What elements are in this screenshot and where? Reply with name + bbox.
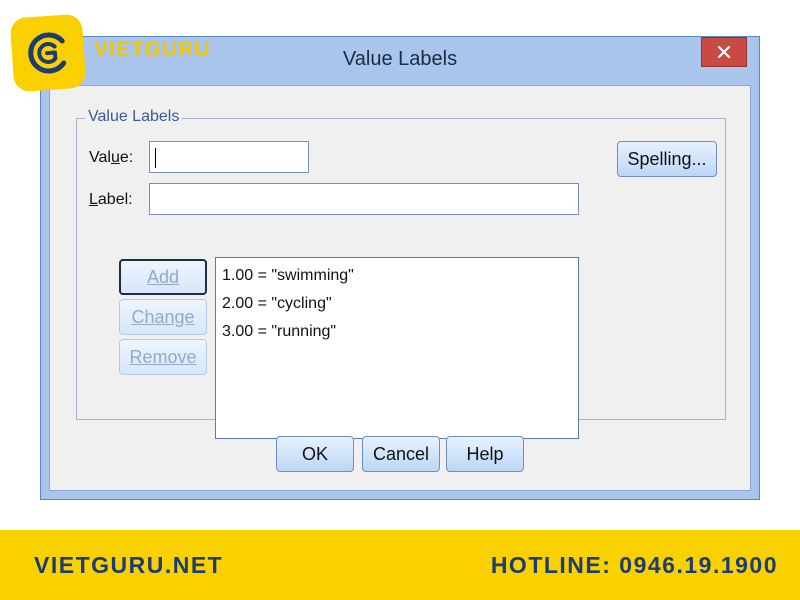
list-item[interactable]: 1.00 = "swimming": [222, 262, 572, 290]
text-caret: [155, 148, 156, 168]
list-item[interactable]: 2.00 = "cycling": [222, 290, 572, 318]
change-button-label: Change: [131, 306, 195, 327]
label-field-label: Label:: [89, 191, 133, 208]
brand-name: VIETGURU: [94, 38, 211, 61]
help-button[interactable]: Help: [446, 436, 524, 472]
vietguru-logo: [9, 13, 87, 93]
cancel-button[interactable]: Cancel: [362, 436, 440, 472]
add-button[interactable]: Add: [119, 259, 207, 295]
vietguru-logo-icon: [28, 32, 67, 74]
footer-hotline[interactable]: HOTLINE: 0946.19.1900: [491, 552, 778, 579]
value-input[interactable]: [149, 141, 309, 173]
remove-button-label: Remove: [129, 346, 197, 367]
list-item[interactable]: 3.00 = "running": [222, 318, 572, 346]
close-button[interactable]: [701, 37, 747, 67]
change-button[interactable]: Change: [119, 299, 207, 335]
value-labels-list[interactable]: 1.00 = "swimming" 2.00 = "cycling" 3.00 …: [215, 257, 579, 439]
dialog-body: Value Labels Value: Label: Spelling... A…: [49, 85, 751, 491]
ok-button[interactable]: OK: [276, 436, 354, 472]
label-input[interactable]: [149, 183, 579, 215]
close-icon: [717, 45, 731, 59]
group-legend: Value Labels: [85, 108, 183, 126]
footer-website[interactable]: VIETGURU.NET: [34, 552, 223, 579]
footer-banner: VIETGURU.NET HOTLINE: 0946.19.1900: [0, 530, 800, 600]
spelling-button[interactable]: Spelling...: [617, 141, 717, 177]
value-labels-group: Value Labels Value: Label: Spelling... A…: [76, 108, 726, 439]
value-field-label: Value:: [89, 149, 134, 166]
remove-button[interactable]: Remove: [119, 339, 207, 375]
add-button-label: Add: [146, 266, 180, 287]
value-labels-dialog: Value Labels Value Labels Value: Label: …: [40, 36, 760, 500]
